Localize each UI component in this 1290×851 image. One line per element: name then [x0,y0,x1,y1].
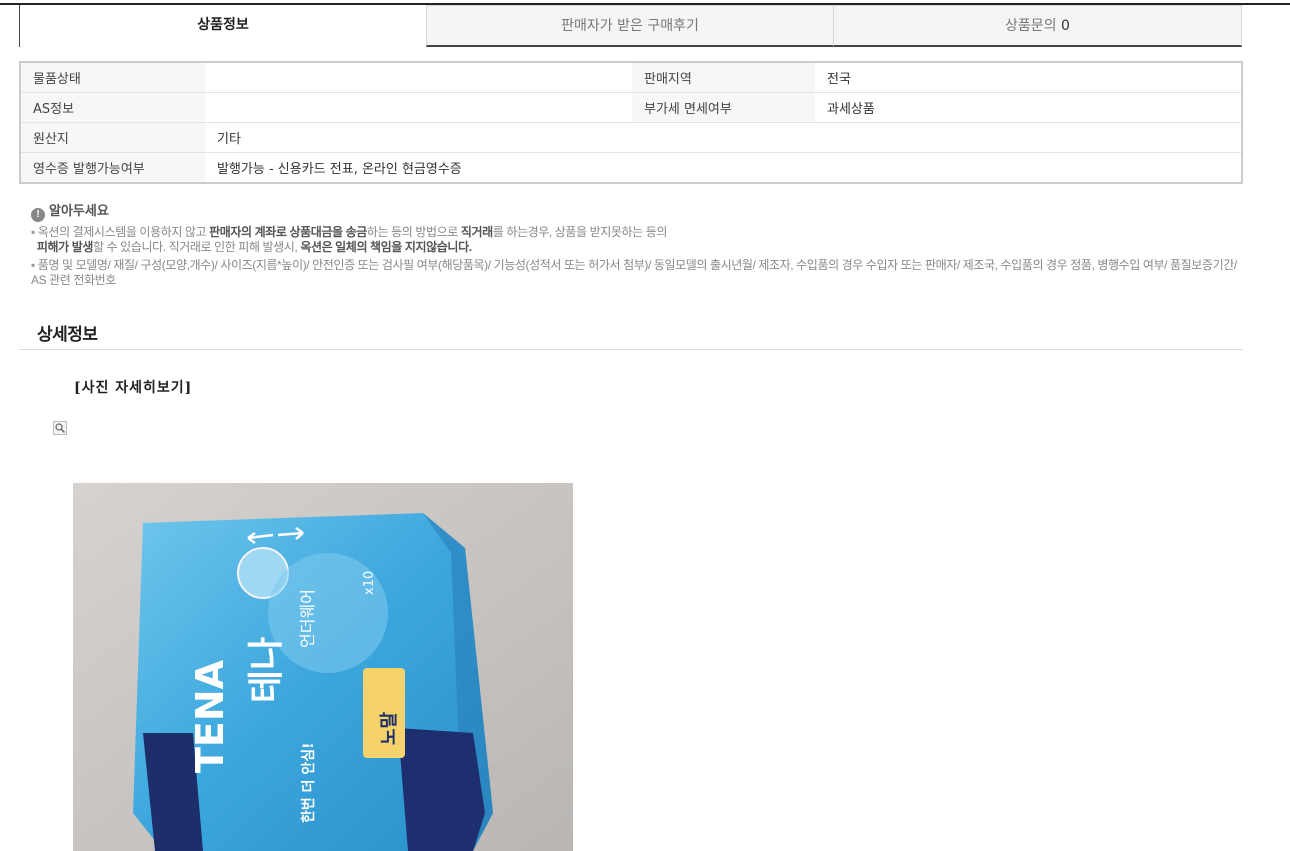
notice-emphasis: 옥션은 일체의 책임을 지지않습니다. [300,240,472,254]
tab-product-info[interactable]: 상품정보 [19,5,427,47]
package-size-label: 노말 [379,711,400,745]
row-value: 과세상품 [815,92,1242,123]
product-info-table: 물품상태 판매지역 전국 AS정보 부가세 면세여부 과세상품 원산지 기타 영… [19,61,1243,184]
tab-inquiry-label: 상품문의 [1005,18,1057,34]
section-divider [19,349,1243,350]
package-brand: TENA [188,659,232,773]
section-title: 상세정보 [37,325,98,344]
table-row: 물품상태 판매지역 전국 [20,62,1242,93]
notice-title-text: 알아두세요 [49,203,109,218]
row-label: 부가세 면세여부 [632,92,815,123]
photo-detail-link[interactable]: [사진 자세히보기] [74,377,192,397]
notice-text: 옥션의 결제시스템을 이용하지 않고 [37,225,210,239]
package-tagline: 한번 더 안심! [300,742,317,823]
notice-text: 를 하는경우, 상품을 받지못하는 등의 [492,225,668,239]
magnifier-icon[interactable] [53,421,67,435]
inquiry-count: 0 [1061,18,1070,34]
row-label: 물품상태 [20,62,205,93]
row-value: 전국 [815,62,1242,93]
notice-emphasis: 직거래 [460,225,493,239]
table-row: 원산지 기타 [20,122,1242,153]
notice-title: ! 알아두세요 [31,202,1241,222]
row-value [205,92,632,123]
tab-product-inquiry[interactable]: 상품문의 0 [833,5,1242,47]
table-row: 영수증 발행가능여부 발행가능 - 신용카드 전표, 온라인 현금영수증 [20,152,1242,184]
table-row: AS정보 부가세 면세여부 과세상품 [20,92,1242,123]
notice-text: 품명 및 모델명/ 재질/ 구성(모양,개수)/ 사이즈(지름*높이)/ 안전인… [31,258,1237,287]
row-label: 판매지역 [632,62,815,93]
notice-text: 할 수 있습니다. 직거래로 인한 피해 발생시, [93,240,301,254]
package-product-name: 테나 [246,637,287,703]
row-label: 영수증 발행가능여부 [20,152,205,184]
row-value [205,62,632,93]
tab-bar: 상품정보 판매자가 받은 구매후기 상품문의 0 [19,5,1242,47]
package-subtitle: 언더웨어 [298,589,317,648]
notice-emphasis: 판매자의 계좌로 상품대금을 송금 [209,225,367,239]
notice-text: 하는 등의 방법으로 [366,225,461,239]
row-label: AS정보 [20,92,205,123]
notice-box: ! 알아두세요 ▪ 옥션의 결제시스템을 이용하지 않고 판매자의 계좌로 상품대… [31,202,1241,288]
package-count: x10 [362,571,377,595]
product-photo-image: TENA 테나 언더웨어 노말 x10 한번 더 안심! [73,483,573,851]
notice-line-1: ▪ 옥션의 결제시스템을 이용하지 않고 판매자의 계좌로 상품대금을 송금하는… [31,225,668,254]
product-photo[interactable]: TENA 테나 언더웨어 노말 x10 한번 더 안심! [73,483,573,851]
tab-seller-reviews[interactable]: 판매자가 받은 구매후기 [426,5,834,47]
row-label: 원산지 [20,122,205,153]
info-circle-icon: ! [31,208,45,222]
notice-emphasis: 피해가 발생 [36,240,94,254]
row-value: 기타 [205,122,1242,153]
row-value: 발행가능 - 신용카드 전표, 온라인 현금영수증 [205,152,1242,184]
notice-line-2: ▪ 품명 및 모델명/ 재질/ 구성(모양,개수)/ 사이즈(지름*높이)/ 안… [31,258,1237,287]
